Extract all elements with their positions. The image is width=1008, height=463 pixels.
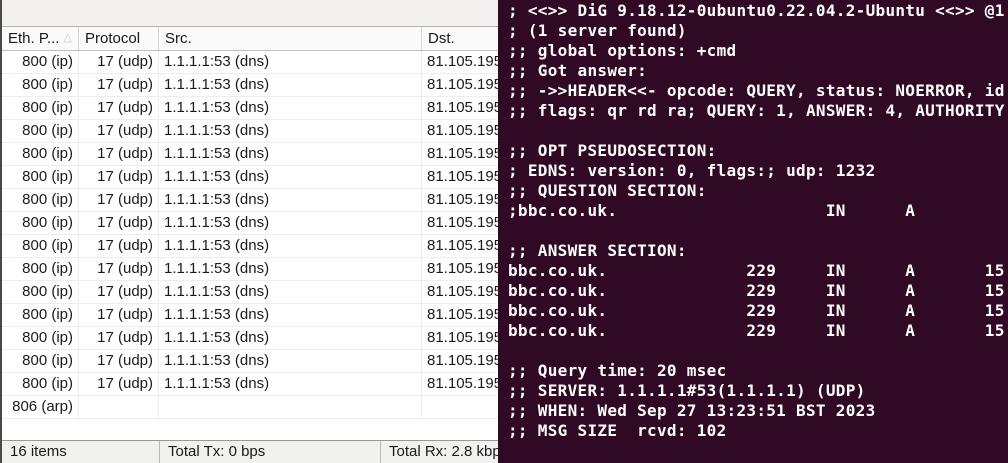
terminal-line: ;; Query time: 20 msec	[508, 361, 727, 380]
terminal-line: ;; QUESTION SECTION:	[508, 181, 707, 200]
cell-protocol: 17 (udp)	[79, 350, 159, 372]
terminal-line: ;; ANSWER SECTION:	[508, 241, 687, 260]
terminal-window[interactable]: ; <<>> DiG 9.18.12-0ubuntu0.22.04.2-Ubun…	[498, 0, 1008, 463]
cell-src: 1.1.1.1:53 (dns)	[159, 212, 422, 234]
cell-src: 1.1.1.1:53 (dns)	[159, 350, 422, 372]
cell-src: 1.1.1.1:53 (dns)	[159, 258, 422, 280]
terminal-line: ;bbc.co.uk. IN A	[508, 201, 916, 220]
cell-protocol: 17 (udp)	[79, 143, 159, 165]
cell-eth: 800 (ip)	[2, 74, 79, 96]
cell-eth: 800 (ip)	[2, 212, 79, 234]
cell-protocol: 17 (udp)	[79, 235, 159, 257]
cell-eth: 800 (ip)	[2, 51, 79, 73]
column-header-label: Eth. P...	[8, 30, 60, 47]
column-header-eth[interactable]: Eth. P... △	[2, 27, 79, 50]
status-items-count: 16 items	[10, 443, 67, 460]
cell-src: 1.1.1.1:53 (dns)	[159, 189, 422, 211]
column-header-label: Dst.	[428, 30, 455, 47]
cell-eth: 800 (ip)	[2, 120, 79, 142]
terminal-line: ;; MSG SIZE rcvd: 102	[508, 421, 727, 440]
terminal-line: ;; OPT PSEUDOSECTION:	[508, 141, 717, 160]
terminal-line: bbc.co.uk. 229 IN A 15	[508, 301, 1005, 320]
terminal-line: bbc.co.uk. 229 IN A 15	[508, 321, 1005, 340]
cell-src: 1.1.1.1:53 (dns)	[159, 143, 422, 165]
cell-src: 1.1.1.1:53 (dns)	[159, 74, 422, 96]
cell-eth: 800 (ip)	[2, 350, 79, 372]
cell-protocol	[79, 396, 159, 418]
terminal-line: ;; Got answer:	[508, 61, 648, 80]
screen: Eth. P... △ Protocol Src. Dst. 800 (ip) 17 (u…	[0, 0, 1008, 463]
terminal-line: bbc.co.uk. 229 IN A 15	[508, 261, 1005, 280]
terminal-line: ;; ->>HEADER<<- opcode: QUERY, status: N…	[508, 81, 1005, 100]
cell-src: 1.1.1.1:53 (dns)	[159, 281, 422, 303]
cell-eth: 800 (ip)	[2, 97, 79, 119]
column-header-label: Protocol	[85, 30, 141, 47]
cell-protocol: 17 (udp)	[79, 212, 159, 234]
column-header-label: Src.	[165, 30, 192, 47]
cell-src: 1.1.1.1:53 (dns)	[159, 235, 422, 257]
column-header-protocol[interactable]: Protocol	[79, 27, 159, 50]
cell-protocol: 17 (udp)	[79, 258, 159, 280]
terminal-line: ;; global options: +cmd	[508, 41, 737, 60]
cell-eth: 800 (ip)	[2, 143, 79, 165]
terminal-line: ;; WHEN: Wed Sep 27 13:23:51 BST 2023	[508, 401, 876, 420]
column-header-src[interactable]: Src.	[159, 27, 422, 50]
cell-protocol: 17 (udp)	[79, 120, 159, 142]
cell-eth: 800 (ip)	[2, 373, 79, 395]
cell-eth: 800 (ip)	[2, 304, 79, 326]
terminal-line: ;; SERVER: 1.1.1.1#53(1.1.1.1) (UDP)	[508, 381, 866, 400]
cell-src: 1.1.1.1:53 (dns)	[159, 373, 422, 395]
cell-protocol: 17 (udp)	[79, 51, 159, 73]
status-total-tx: Total Tx: 0 bps	[159, 441, 380, 463]
cell-protocol: 17 (udp)	[79, 373, 159, 395]
cell-protocol: 17 (udp)	[79, 74, 159, 96]
cell-protocol: 17 (udp)	[79, 166, 159, 188]
cell-protocol: 17 (udp)	[79, 304, 159, 326]
cell-src	[159, 396, 422, 418]
cell-eth: 800 (ip)	[2, 166, 79, 188]
terminal-line: ; <<>> DiG 9.18.12-0ubuntu0.22.04.2-Ubun…	[508, 1, 1005, 20]
cell-protocol: 17 (udp)	[79, 97, 159, 119]
cell-protocol: 17 (udp)	[79, 327, 159, 349]
cell-eth: 800 (ip)	[2, 258, 79, 280]
cell-src: 1.1.1.1:53 (dns)	[159, 327, 422, 349]
cell-eth: 806 (arp)	[2, 396, 79, 418]
cell-protocol: 17 (udp)	[79, 189, 159, 211]
terminal-line: ;; flags: qr rd ra; QUERY: 1, ANSWER: 4,…	[508, 101, 1005, 120]
cell-eth: 800 (ip)	[2, 327, 79, 349]
cell-protocol: 17 (udp)	[79, 281, 159, 303]
terminal-line: ; (1 server found)	[508, 21, 687, 40]
terminal-line: ; EDNS: version: 0, flags:; udp: 1232	[508, 161, 876, 180]
cell-src: 1.1.1.1:53 (dns)	[159, 120, 422, 142]
cell-src: 1.1.1.1:53 (dns)	[159, 51, 422, 73]
cell-src: 1.1.1.1:53 (dns)	[159, 97, 422, 119]
cell-src: 1.1.1.1:53 (dns)	[159, 166, 422, 188]
cell-src: 1.1.1.1:53 (dns)	[159, 304, 422, 326]
terminal-line: bbc.co.uk. 229 IN A 15	[508, 281, 1005, 300]
cell-eth: 800 (ip)	[2, 235, 79, 257]
sort-ascending-icon: △	[63, 32, 72, 44]
cell-eth: 800 (ip)	[2, 281, 79, 303]
cell-eth: 800 (ip)	[2, 189, 79, 211]
